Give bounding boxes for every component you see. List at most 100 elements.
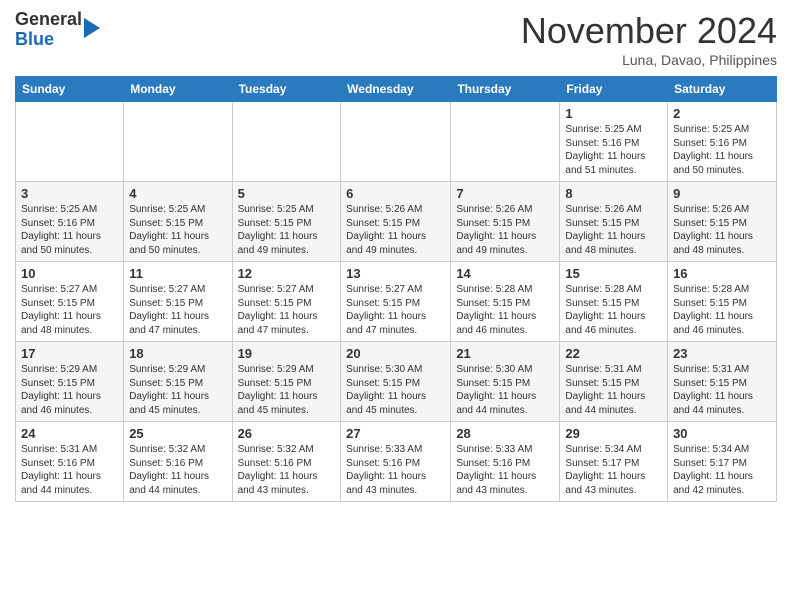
day-number: 12: [238, 266, 336, 281]
weekday-header-wednesday: Wednesday: [341, 77, 451, 102]
calendar-week-row: 17 Sunrise: 5:29 AM Sunset: 5:15 PM Dayli…: [16, 342, 777, 422]
calendar-cell: 27 Sunrise: 5:33 AM Sunset: 5:16 PM Dayli…: [341, 422, 451, 502]
calendar-cell: 5 Sunrise: 5:25 AM Sunset: 5:15 PM Daylig…: [232, 182, 341, 262]
calendar-week-row: 3Sunrise: 5:25 AM Sunset: 5:16 PM Daylig…: [16, 182, 777, 262]
cell-sun-info: Sunrise: 5:32 AM Sunset: 5:16 PM Dayligh…: [129, 443, 226, 497]
calendar-cell: 9Sunrise: 5:26 AM Sunset: 5:15 PM Daylig…: [668, 182, 777, 262]
day-number: 19: [238, 346, 336, 361]
cell-sun-info: Sunrise: 5:31 AM Sunset: 5:15 PM Dayligh…: [673, 363, 771, 417]
day-number: 27: [346, 426, 445, 441]
day-number: 2: [673, 106, 771, 121]
calendar-cell: [232, 102, 341, 182]
location-subtitle: Luna, Davao, Philippines: [521, 52, 777, 68]
day-number: 21: [456, 346, 554, 361]
day-number: 18: [129, 346, 226, 361]
cell-sun-info: Sunrise: 5:30 AM Sunset: 5:15 PM Dayligh…: [346, 363, 445, 417]
weekday-header-monday: Monday: [124, 77, 232, 102]
cell-sun-info: Sunrise: 5:28 AM Sunset: 5:15 PM Dayligh…: [456, 283, 554, 337]
calendar-week-row: 24 Sunrise: 5:31 AM Sunset: 5:16 PM Dayli…: [16, 422, 777, 502]
weekday-header-sunday: Sunday: [16, 77, 124, 102]
day-number: 8: [565, 186, 662, 201]
calendar-body: 1 Sunrise: 5:25 AM Sunset: 5:16 PM Daylig…: [16, 102, 777, 502]
calendar-cell: 2Sunrise: 5:25 AM Sunset: 5:16 PM Daylig…: [668, 102, 777, 182]
cell-sun-info: Sunrise: 5:25 AM Sunset: 5:15 PM Dayligh…: [238, 203, 336, 257]
calendar-cell: 26Sunrise: 5:32 AM Sunset: 5:16 PM Dayli…: [232, 422, 341, 502]
calendar-cell: 1 Sunrise: 5:25 AM Sunset: 5:16 PM Daylig…: [560, 102, 668, 182]
calendar-cell: 16 Sunrise: 5:28 AM Sunset: 5:15 PM Dayli…: [668, 262, 777, 342]
cell-sun-info: Sunrise: 5:30 AM Sunset: 5:15 PM Dayligh…: [456, 363, 554, 417]
cell-sun-info: Sunrise: 5:29 AM Sunset: 5:15 PM Dayligh…: [129, 363, 226, 417]
cell-sun-info: Sunrise: 5:29 AM Sunset: 5:15 PM Dayligh…: [21, 363, 118, 417]
cell-sun-info: Sunrise: 5:25 AM Sunset: 5:15 PM Dayligh…: [129, 203, 226, 257]
page-header: GeneralBlue November 2024 Luna, Davao, P…: [15, 10, 777, 68]
calendar-cell: 20 Sunrise: 5:30 AM Sunset: 5:15 PM Dayli…: [341, 342, 451, 422]
day-number: 5: [238, 186, 336, 201]
calendar-cell: [124, 102, 232, 182]
cell-sun-info: Sunrise: 5:31 AM Sunset: 5:16 PM Dayligh…: [21, 443, 118, 497]
day-number: 16: [673, 266, 771, 281]
day-number: 29: [565, 426, 662, 441]
logo-general: General: [15, 9, 82, 29]
calendar-cell: 8 Sunrise: 5:26 AM Sunset: 5:15 PM Daylig…: [560, 182, 668, 262]
calendar-cell: 18 Sunrise: 5:29 AM Sunset: 5:15 PM Dayli…: [124, 342, 232, 422]
day-number: 7: [456, 186, 554, 201]
weekday-header-saturday: Saturday: [668, 77, 777, 102]
calendar-cell: 28Sunrise: 5:33 AM Sunset: 5:16 PM Dayli…: [451, 422, 560, 502]
calendar-cell: [341, 102, 451, 182]
day-number: 9: [673, 186, 771, 201]
calendar-cell: [451, 102, 560, 182]
calendar-cell: [16, 102, 124, 182]
day-number: 17: [21, 346, 118, 361]
cell-sun-info: Sunrise: 5:31 AM Sunset: 5:15 PM Dayligh…: [565, 363, 662, 417]
logo-arrow-icon: [84, 18, 100, 38]
day-number: 1: [565, 106, 662, 121]
cell-sun-info: Sunrise: 5:25 AM Sunset: 5:16 PM Dayligh…: [21, 203, 118, 257]
calendar-cell: 13Sunrise: 5:27 AM Sunset: 5:15 PM Dayli…: [341, 262, 451, 342]
calendar-cell: 17 Sunrise: 5:29 AM Sunset: 5:15 PM Dayli…: [16, 342, 124, 422]
cell-sun-info: Sunrise: 5:28 AM Sunset: 5:15 PM Dayligh…: [565, 283, 662, 337]
calendar-week-row: 1 Sunrise: 5:25 AM Sunset: 5:16 PM Daylig…: [16, 102, 777, 182]
cell-sun-info: Sunrise: 5:27 AM Sunset: 5:15 PM Dayligh…: [21, 283, 118, 337]
day-number: 6: [346, 186, 445, 201]
cell-sun-info: Sunrise: 5:33 AM Sunset: 5:16 PM Dayligh…: [346, 443, 445, 497]
cell-sun-info: Sunrise: 5:26 AM Sunset: 5:15 PM Dayligh…: [565, 203, 662, 257]
calendar-cell: 10Sunrise: 5:27 AM Sunset: 5:15 PM Dayli…: [16, 262, 124, 342]
day-number: 4: [129, 186, 226, 201]
logo-text-block: GeneralBlue: [15, 10, 100, 50]
day-number: 30: [673, 426, 771, 441]
cell-sun-info: Sunrise: 5:25 AM Sunset: 5:16 PM Dayligh…: [565, 123, 662, 177]
logo-wordmark: GeneralBlue: [15, 10, 82, 50]
calendar-cell: 19Sunrise: 5:29 AM Sunset: 5:15 PM Dayli…: [232, 342, 341, 422]
calendar-week-row: 10Sunrise: 5:27 AM Sunset: 5:15 PM Dayli…: [16, 262, 777, 342]
cell-sun-info: Sunrise: 5:26 AM Sunset: 5:15 PM Dayligh…: [456, 203, 554, 257]
cell-sun-info: Sunrise: 5:27 AM Sunset: 5:15 PM Dayligh…: [129, 283, 226, 337]
day-number: 28: [456, 426, 554, 441]
day-number: 14: [456, 266, 554, 281]
calendar-cell: 24 Sunrise: 5:31 AM Sunset: 5:16 PM Dayli…: [16, 422, 124, 502]
weekday-header-friday: Friday: [560, 77, 668, 102]
calendar-table: SundayMondayTuesdayWednesdayThursdayFrid…: [15, 76, 777, 502]
calendar-cell: 3Sunrise: 5:25 AM Sunset: 5:16 PM Daylig…: [16, 182, 124, 262]
calendar-cell: 12 Sunrise: 5:27 AM Sunset: 5:15 PM Dayli…: [232, 262, 341, 342]
calendar-cell: 22 Sunrise: 5:31 AM Sunset: 5:15 PM Dayli…: [560, 342, 668, 422]
day-number: 20: [346, 346, 445, 361]
day-number: 24: [21, 426, 118, 441]
calendar-cell: 29Sunrise: 5:34 AM Sunset: 5:17 PM Dayli…: [560, 422, 668, 502]
calendar-cell: 11 Sunrise: 5:27 AM Sunset: 5:15 PM Dayli…: [124, 262, 232, 342]
day-number: 15: [565, 266, 662, 281]
calendar-cell: 30 Sunrise: 5:34 AM Sunset: 5:17 PM Dayli…: [668, 422, 777, 502]
calendar-cell: 25Sunrise: 5:32 AM Sunset: 5:16 PM Dayli…: [124, 422, 232, 502]
day-number: 26: [238, 426, 336, 441]
weekday-header-thursday: Thursday: [451, 77, 560, 102]
calendar-cell: 7 Sunrise: 5:26 AM Sunset: 5:15 PM Daylig…: [451, 182, 560, 262]
calendar-header-row: SundayMondayTuesdayWednesdayThursdayFrid…: [16, 77, 777, 102]
calendar-cell: 4 Sunrise: 5:25 AM Sunset: 5:15 PM Daylig…: [124, 182, 232, 262]
cell-sun-info: Sunrise: 5:26 AM Sunset: 5:15 PM Dayligh…: [346, 203, 445, 257]
cell-sun-info: Sunrise: 5:27 AM Sunset: 5:15 PM Dayligh…: [238, 283, 336, 337]
weekday-header-tuesday: Tuesday: [232, 77, 341, 102]
cell-sun-info: Sunrise: 5:28 AM Sunset: 5:15 PM Dayligh…: [673, 283, 771, 337]
day-number: 11: [129, 266, 226, 281]
day-number: 22: [565, 346, 662, 361]
calendar-cell: 21 Sunrise: 5:30 AM Sunset: 5:15 PM Dayli…: [451, 342, 560, 422]
cell-sun-info: Sunrise: 5:34 AM Sunset: 5:17 PM Dayligh…: [673, 443, 771, 497]
